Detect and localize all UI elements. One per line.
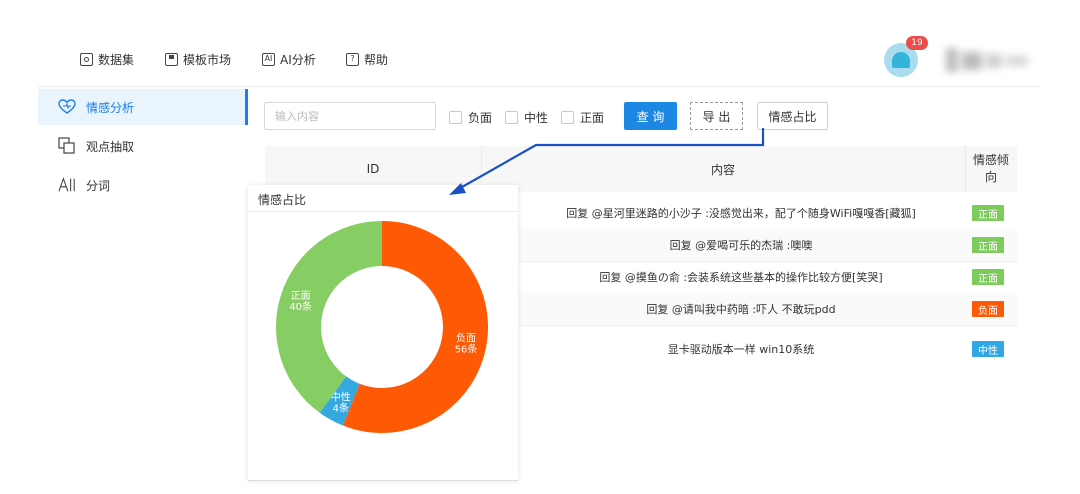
annotation-arrow xyxy=(449,128,765,195)
